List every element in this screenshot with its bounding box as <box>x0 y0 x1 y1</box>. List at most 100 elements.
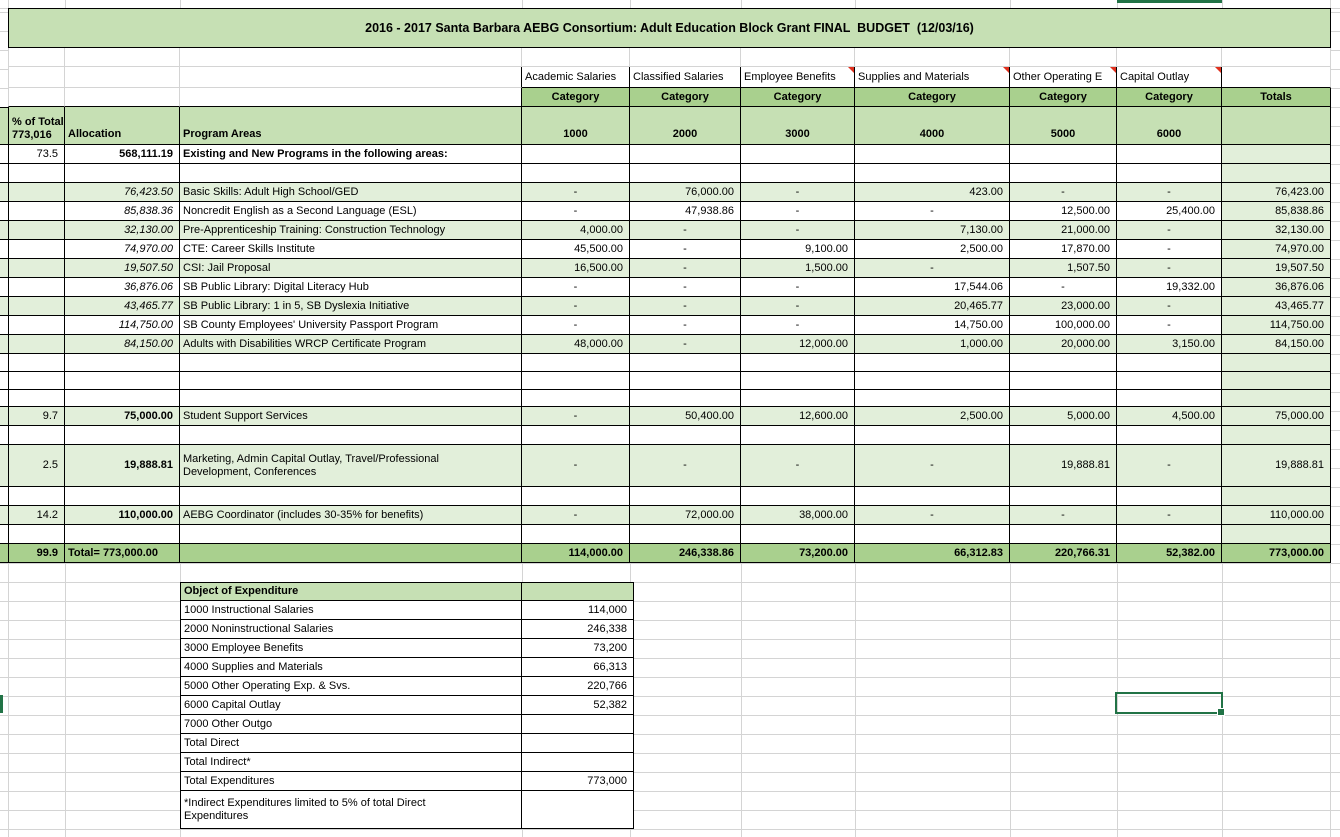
cell-amount[interactable]: - <box>855 202 1010 221</box>
cell-amount[interactable]: 12,500.00 <box>1010 202 1117 221</box>
cell-amount[interactable]: 423.00 <box>855 183 1010 202</box>
cell-total[interactable] <box>1222 164 1331 183</box>
cell-allocation[interactable]: 19,507.50 <box>65 259 180 278</box>
cell-amount[interactable]: - <box>1117 259 1222 278</box>
category-header[interactable]: Category <box>741 88 855 107</box>
cell-empty[interactable] <box>180 48 522 67</box>
cell-amount[interactable]: 48,000.00 <box>522 335 630 354</box>
cell-amount[interactable] <box>741 164 855 183</box>
cell-amount[interactable]: 21,000.00 <box>1010 221 1117 240</box>
cell-amount[interactable]: - <box>522 183 630 202</box>
cell-pct[interactable]: 73.5 <box>8 145 65 164</box>
cell-amount[interactable] <box>522 145 630 164</box>
cell-amount[interactable]: - <box>630 297 741 316</box>
cell-amount[interactable]: 1,000.00 <box>855 335 1010 354</box>
cell-allocation[interactable]: 568,111.19 <box>65 145 180 164</box>
cell-amount[interactable]: - <box>522 407 630 426</box>
cell-amount[interactable] <box>1117 426 1222 445</box>
expenditure-label[interactable]: *Indirect Expenditures limited to 5% of … <box>180 791 522 829</box>
cell-pct[interactable] <box>8 259 65 278</box>
cell-amount[interactable]: - <box>741 316 855 335</box>
cell-total[interactable]: 43,465.77 <box>1222 297 1331 316</box>
expenditure-label[interactable]: 3000 Employee Benefits <box>180 639 522 658</box>
cell-amount[interactable]: - <box>522 445 630 487</box>
expenditure-label[interactable]: 2000 Noninstructional Salaries <box>180 620 522 639</box>
cell-amount[interactable]: 1,507.50 <box>1010 259 1117 278</box>
cell-pct[interactable] <box>8 297 65 316</box>
cell-amount[interactable]: 17,870.00 <box>1010 240 1117 259</box>
cell-allocation[interactable]: 43,465.77 <box>65 297 180 316</box>
cell-amount[interactable]: - <box>1010 506 1117 525</box>
pct-of-total-header[interactable]: % of Total773,016 <box>8 107 65 145</box>
cell-program[interactable]: AEBG Coordinator (includes 30-35% for be… <box>180 506 522 525</box>
cell-allocation[interactable]: 110,000.00 <box>65 506 180 525</box>
category-code-header[interactable]: 6000 <box>1117 107 1222 145</box>
cell-amount[interactable]: 100,000.00 <box>1010 316 1117 335</box>
cell-amount[interactable]: - <box>741 445 855 487</box>
cell-program[interactable]: Student Support Services <box>180 407 522 426</box>
cell-empty[interactable] <box>1117 48 1222 67</box>
cell-program[interactable]: Adults with Disabilities WRCP Certificat… <box>180 335 522 354</box>
cell-empty[interactable] <box>522 48 630 67</box>
cell-amount[interactable]: - <box>630 259 741 278</box>
cell-pct[interactable] <box>8 278 65 297</box>
cell-amount[interactable] <box>741 525 855 544</box>
cell-pct[interactable] <box>8 202 65 221</box>
cell-amount[interactable]: 3,150.00 <box>1117 335 1222 354</box>
expenditure-header[interactable]: Object of Expenditure <box>180 582 522 601</box>
cell-amount[interactable] <box>522 354 630 372</box>
cell-amount[interactable] <box>522 487 630 506</box>
cell-program[interactable] <box>180 354 522 372</box>
cell-allocation[interactable]: 19,888.81 <box>65 445 180 487</box>
cell-amount[interactable]: - <box>630 335 741 354</box>
cell-amount[interactable]: - <box>1117 240 1222 259</box>
grand-total-amount[interactable]: 114,000.00 <box>522 544 630 563</box>
cell-allocation[interactable] <box>65 390 180 407</box>
cell-amount[interactable] <box>522 426 630 445</box>
cell-amount[interactable]: - <box>522 297 630 316</box>
cell-program[interactable]: Basic Skills: Adult High School/GED <box>180 183 522 202</box>
cell-allocation[interactable]: 74,970.00 <box>65 240 180 259</box>
cell-empty[interactable] <box>65 67 180 88</box>
cell-amount[interactable]: 2,500.00 <box>855 240 1010 259</box>
cell-amount[interactable]: - <box>1117 506 1222 525</box>
cell-amount[interactable] <box>855 164 1010 183</box>
cell-program[interactable] <box>180 390 522 407</box>
cell-allocation[interactable]: 75,000.00 <box>65 407 180 426</box>
cell-empty[interactable] <box>1010 48 1117 67</box>
expenditure-label[interactable]: 4000 Supplies and Materials <box>180 658 522 677</box>
cell-total[interactable]: 75,000.00 <box>1222 407 1331 426</box>
cell-total[interactable]: 85,838.86 <box>1222 202 1331 221</box>
cell-pct[interactable] <box>8 426 65 445</box>
cell-amount[interactable]: 45,500.00 <box>522 240 630 259</box>
cell-program[interactable]: SB Public Library: 1 in 5, SB Dyslexia I… <box>180 297 522 316</box>
column-header-label[interactable]: Academic Salaries <box>522 67 630 88</box>
cell-amount[interactable]: - <box>1010 278 1117 297</box>
cell-total[interactable]: 84,150.00 <box>1222 335 1331 354</box>
cell-amount[interactable]: 50,400.00 <box>630 407 741 426</box>
cell-amount[interactable] <box>741 354 855 372</box>
cell-amount[interactable]: - <box>741 297 855 316</box>
grand-total-amount[interactable]: 66,312.83 <box>855 544 1010 563</box>
cell-amount[interactable] <box>1117 487 1222 506</box>
cell-amount[interactable]: - <box>855 445 1010 487</box>
cell-empty[interactable] <box>630 48 741 67</box>
expenditure-label[interactable]: Total Direct <box>180 734 522 753</box>
expenditure-label[interactable]: 1000 Instructional Salaries <box>180 601 522 620</box>
allocation-header[interactable]: Allocation <box>65 107 180 145</box>
cell-amount[interactable]: - <box>855 506 1010 525</box>
expenditure-value[interactable] <box>522 734 634 753</box>
cell-program[interactable] <box>180 525 522 544</box>
cell-allocation[interactable]: 84,150.00 <box>65 335 180 354</box>
cell-total[interactable] <box>1222 525 1331 544</box>
cell-program[interactable] <box>180 487 522 506</box>
cell-pct[interactable] <box>8 316 65 335</box>
cell-amount[interactable]: - <box>522 316 630 335</box>
cell-allocation[interactable]: 32,130.00 <box>65 221 180 240</box>
cell-amount[interactable]: 38,000.00 <box>741 506 855 525</box>
cell-amount[interactable] <box>1117 525 1222 544</box>
expenditure-value[interactable]: 246,338 <box>522 620 634 639</box>
cell-empty[interactable] <box>180 88 522 107</box>
cell-amount[interactable] <box>741 145 855 164</box>
column-header-label[interactable]: Employee Benefits <box>741 67 855 88</box>
